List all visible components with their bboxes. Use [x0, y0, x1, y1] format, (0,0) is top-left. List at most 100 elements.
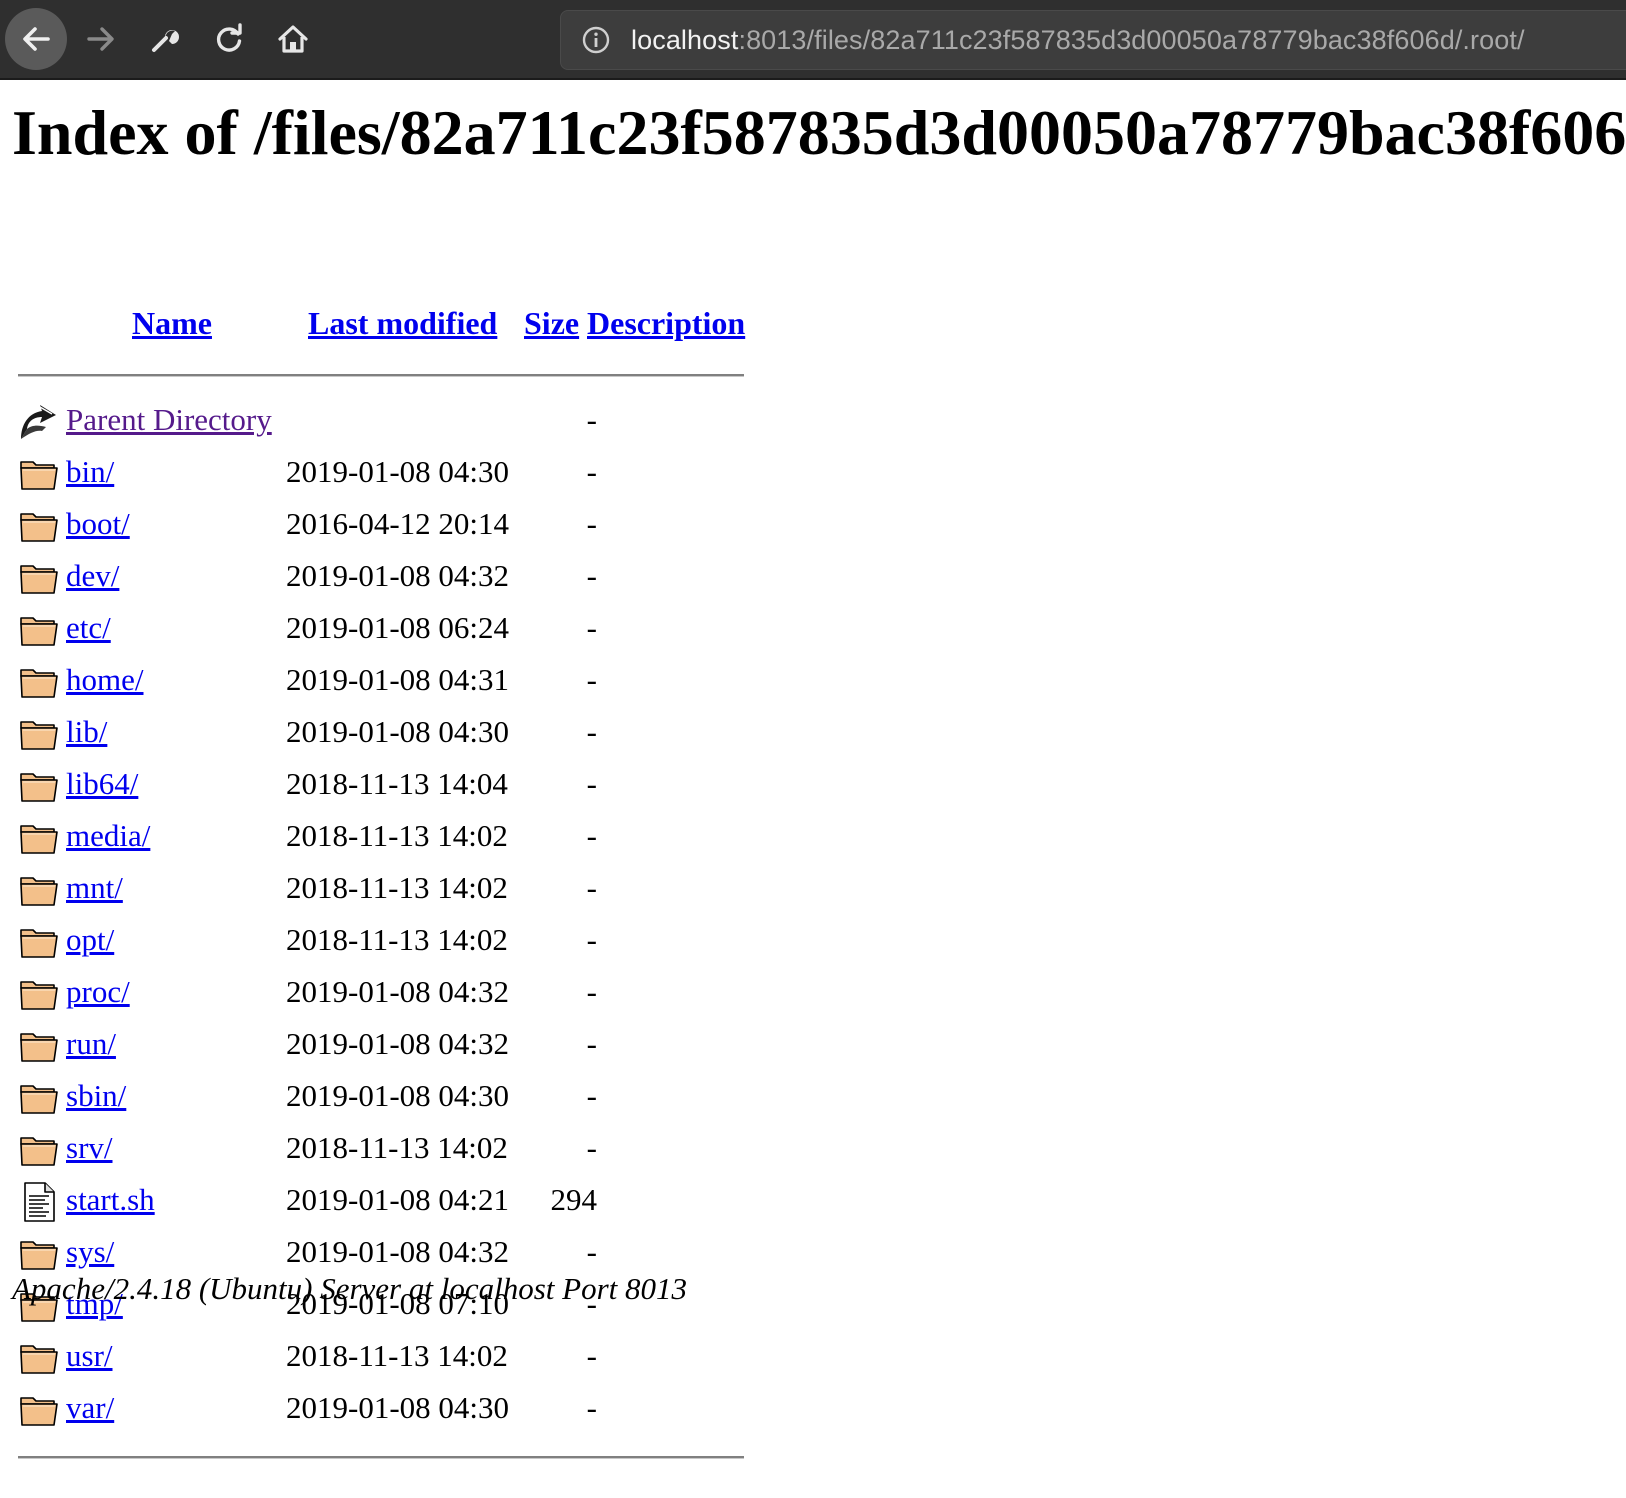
table-row: var/2019-01-08 04:30 -: [18, 1383, 744, 1435]
entry-link[interactable]: run/: [66, 1019, 116, 1069]
address-bar[interactable]: localhost:8013/files/82a711c23f587835d3d…: [560, 10, 1626, 70]
server-signature: Apache/2.4.18 (Ubuntu) Server at localho…: [12, 1271, 688, 1306]
entry-last-modified: 2018-11-13 14:02: [286, 922, 508, 957]
forward-arrow-icon: [87, 27, 114, 51]
entry-size: -: [586, 870, 597, 905]
table-row: mnt/2018-11-13 14:02 -: [18, 863, 744, 915]
entry-size: -: [586, 974, 597, 1009]
entry-size: -: [586, 714, 597, 749]
entry-size: -: [586, 1130, 597, 1165]
column-header-name[interactable]: Name: [132, 298, 212, 348]
column-header-last-modified[interactable]: Last modified: [308, 298, 497, 348]
url-text: localhost:8013/files/82a711c23f587835d3d…: [631, 25, 1525, 56]
entry-link[interactable]: opt/: [66, 915, 114, 965]
folder-icon: [18, 453, 60, 495]
page-title: Index of /files/82a711c23f587835d3d00050…: [12, 97, 1626, 168]
entry-size: -: [586, 922, 597, 957]
table-row: sbin/2019-01-08 04:30 -: [18, 1071, 744, 1123]
text-file-icon: [18, 1181, 60, 1223]
folder-icon: [18, 921, 60, 963]
table-row: home/2019-01-08 04:31 -: [18, 655, 744, 707]
table-row: lib/2019-01-08 04:30 -: [18, 707, 744, 759]
entry-size: -: [586, 454, 597, 489]
wrench-icon: [152, 30, 179, 52]
table-row: run/2019-01-08 04:32 -: [18, 1019, 744, 1071]
tools-button[interactable]: [134, 8, 196, 70]
entry-last-modified: 2019-01-08 04:30: [286, 1390, 510, 1425]
entry-last-modified: 2018-11-13 14:02: [286, 870, 508, 905]
entry-link[interactable]: start.sh: [66, 1175, 155, 1225]
entry-last-modified: 2019-01-08 04:30: [286, 714, 510, 749]
reload-button[interactable]: [198, 8, 260, 70]
entry-last-modified: 2018-11-13 14:04: [286, 766, 508, 801]
entry-last-modified: 2019-01-08 04:30: [286, 1078, 510, 1113]
folder-icon: [18, 817, 60, 859]
entry-last-modified: 2019-01-08 04:21: [286, 1182, 510, 1217]
entry-last-modified: 2018-11-13 14:02: [286, 1130, 508, 1165]
folder-icon: [18, 1337, 60, 1379]
table-row: dev/2019-01-08 04:32 -: [18, 551, 744, 603]
column-header-description[interactable]: Description: [587, 298, 745, 348]
table-row: Parent Directory -: [18, 395, 744, 447]
entry-link[interactable]: bin/: [66, 447, 114, 497]
back-button[interactable]: [5, 8, 67, 70]
entry-last-modified: 2019-01-08 04:32: [286, 558, 510, 593]
entry-link[interactable]: dev/: [66, 551, 119, 601]
entry-size: -: [586, 506, 597, 541]
folder-icon: [18, 1389, 60, 1431]
entry-link[interactable]: lib64/: [66, 759, 138, 809]
folder-icon: [18, 1129, 60, 1171]
entry-last-modified: 2019-01-08 06:24: [286, 610, 510, 645]
forward-button[interactable]: [70, 8, 132, 70]
entry-size: -: [586, 662, 597, 697]
folder-icon: [18, 1025, 60, 1067]
browser-toolbar: localhost:8013/files/82a711c23f587835d3d…: [0, 0, 1626, 80]
entry-link[interactable]: lib/: [66, 707, 107, 757]
entry-last-modified: 2019-01-08 04:30: [286, 454, 510, 489]
folder-icon: [18, 505, 60, 547]
entry-link[interactable]: etc/: [66, 603, 111, 653]
entry-link[interactable]: var/: [66, 1383, 114, 1433]
footer-divider: [18, 1456, 744, 1459]
entry-size: 294: [550, 1182, 598, 1217]
entry-link[interactable]: home/: [66, 655, 144, 705]
parent-directory-icon: [18, 401, 60, 443]
folder-icon: [18, 713, 60, 755]
entry-size: -: [586, 610, 597, 645]
folder-icon: [18, 973, 60, 1015]
header-divider: [18, 374, 744, 377]
entry-link[interactable]: srv/: [66, 1123, 113, 1173]
entry-last-modified: 2018-11-13 14:02: [286, 1338, 508, 1373]
table-row: boot/2016-04-12 20:14 -: [18, 499, 744, 551]
entry-link[interactable]: sbin/: [66, 1071, 126, 1121]
column-header-size[interactable]: Size: [524, 298, 579, 348]
table-row: proc/2019-01-08 04:32 -: [18, 967, 744, 1019]
entry-size: -: [586, 1390, 597, 1425]
url-path: :8013/files/82a711c23f587835d3d00050a787…: [738, 24, 1525, 55]
entry-link[interactable]: media/: [66, 811, 150, 861]
home-button[interactable]: [262, 8, 324, 70]
table-row: etc/2019-01-08 06:24 -: [18, 603, 744, 655]
table-row: usr/2018-11-13 14:02 -: [18, 1331, 744, 1383]
back-arrow-icon: [23, 27, 50, 51]
entry-last-modified: 2018-11-13 14:02: [286, 818, 508, 853]
reload-icon: [216, 23, 242, 52]
page-content: Index of /files/82a711c23f587835d3d00050…: [0, 80, 1626, 1498]
entry-last-modified: 2019-01-08 04:32: [286, 974, 510, 1009]
entry-size: -: [586, 1078, 597, 1113]
entry-last-modified: 2016-04-12 20:14: [286, 506, 510, 541]
entry-link[interactable]: boot/: [66, 499, 130, 549]
entry-link[interactable]: mnt/: [66, 863, 123, 913]
folder-icon: [18, 557, 60, 599]
entry-last-modified: 2019-01-08 04:32: [286, 1026, 510, 1061]
info-icon[interactable]: [581, 25, 611, 55]
entry-size: -: [586, 402, 597, 437]
entry-link[interactable]: usr/: [66, 1331, 113, 1381]
folder-icon: [18, 1077, 60, 1119]
table-row: lib64/2018-11-13 14:04 -: [18, 759, 744, 811]
folder-icon: [18, 869, 60, 911]
entry-link[interactable]: Parent Directory: [66, 395, 272, 445]
table-row: start.sh 2019-01-08 04:21 294: [18, 1175, 744, 1227]
table-row: srv/2018-11-13 14:02 -: [18, 1123, 744, 1175]
entry-link[interactable]: proc/: [66, 967, 130, 1017]
